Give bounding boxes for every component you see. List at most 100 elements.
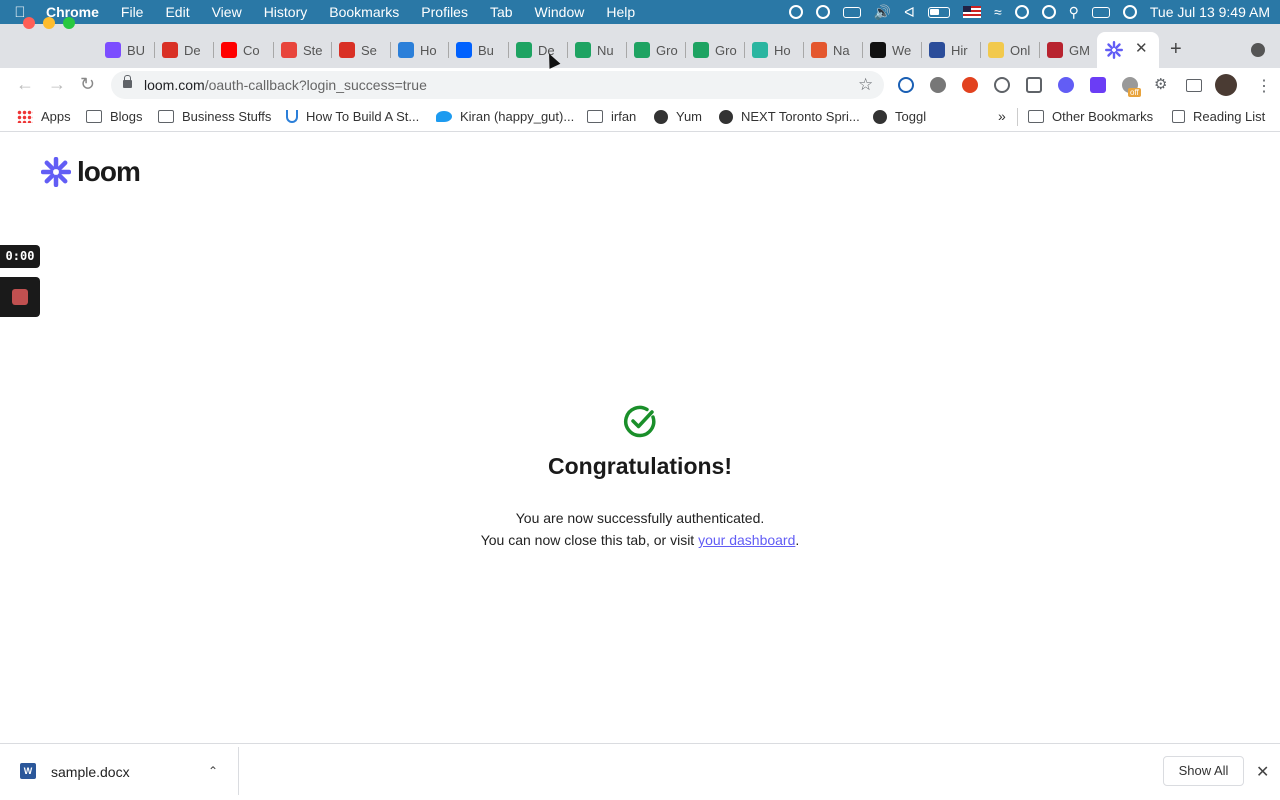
loom-logo[interactable]: loom	[41, 156, 141, 188]
tab-3[interactable]: Co	[221, 37, 267, 63]
menu-clock[interactable]: Tue Jul 13 9:49 AM	[1150, 4, 1270, 20]
tab-separator	[331, 42, 332, 58]
tab-11[interactable]: Gro	[693, 37, 739, 63]
wifi-icon[interactable]: ≈	[994, 5, 1002, 19]
download-file-name[interactable]: sample.docx	[51, 764, 130, 780]
bookmark-item[interactable]: Toggl	[873, 109, 926, 124]
menu-edit[interactable]: Edit	[154, 4, 200, 20]
tomato-timer-icon[interactable]	[930, 77, 946, 93]
menu-history[interactable]: History	[253, 4, 319, 20]
tab-title: Ho	[774, 42, 791, 58]
bookmark-item[interactable]: irfan	[587, 109, 636, 124]
more-bookmarks-chevron-icon[interactable]: »	[998, 108, 1006, 124]
sheets-icon	[575, 42, 591, 58]
reading-list[interactable]: Reading List	[1172, 109, 1265, 124]
tab-2[interactable]: De	[162, 37, 208, 63]
battery-icon[interactable]	[927, 6, 950, 18]
close-window-button[interactable]	[23, 17, 35, 29]
profile-avatar[interactable]	[1215, 74, 1237, 96]
lock-icon[interactable]	[123, 75, 132, 88]
bookmark-item[interactable]: Business Stuffs	[158, 109, 271, 124]
menu-file[interactable]: File	[110, 4, 155, 20]
tab-separator	[862, 42, 863, 58]
wave-icon	[811, 42, 827, 58]
spotlight-search-icon[interactable]: ⚲	[1069, 5, 1079, 19]
extensions-puzzle-icon[interactable]: ⚙	[1154, 75, 1170, 93]
other-bookmarks-label: Other Bookmarks	[1052, 109, 1154, 124]
user-icon[interactable]	[1014, 5, 1029, 19]
bookmark-label: Business Stuffs	[182, 109, 272, 124]
time-machine-icon[interactable]	[1041, 5, 1056, 19]
bookmark-item[interactable]: Apps	[17, 109, 71, 124]
reload-button[interactable]: ↻	[80, 74, 95, 95]
tab-6[interactable]: Ho	[398, 37, 444, 63]
bluetooth-icon[interactable]: ᐊ	[904, 5, 915, 19]
menu-help[interactable]: Help	[595, 4, 646, 20]
chrome-menu-icon[interactable]: ⋮	[1256, 76, 1272, 96]
menu-bookmarks[interactable]: Bookmarks	[318, 4, 410, 20]
bird-extension-icon[interactable]	[962, 77, 978, 93]
1password-icon[interactable]	[898, 77, 914, 93]
tab-active[interactable]: ✕	[1097, 32, 1159, 68]
leaf-icon	[752, 42, 768, 58]
apple-menu-icon[interactable]: 	[0, 4, 40, 21]
tab-7[interactable]: Bu	[456, 37, 502, 63]
menu-window[interactable]: Window	[524, 4, 596, 20]
input-source-flag-icon[interactable]	[962, 6, 981, 18]
tab-5[interactable]: Se	[339, 37, 385, 63]
forward-button[interactable]: →	[48, 74, 66, 95]
evernote-icon[interactable]	[842, 6, 861, 18]
tab-15[interactable]: Hir	[929, 37, 975, 63]
dashboard-link[interactable]: your dashboard	[698, 532, 795, 548]
other-bookmarks[interactable]: Other Bookmarks	[1028, 109, 1153, 124]
bookmark-item[interactable]: Blogs	[86, 109, 143, 124]
menu-tab[interactable]: Tab	[479, 4, 524, 20]
bookmark-label: irfan	[611, 109, 637, 124]
url-text[interactable]: loom.com/oauth-callback?login_success=tr…	[144, 77, 427, 93]
menu-profiles[interactable]: Profiles	[410, 4, 479, 20]
reading-list-label: Reading List	[1193, 109, 1266, 124]
download-options-chevron-icon[interactable]: ⌃	[208, 764, 218, 778]
extension-e-icon[interactable]	[1090, 77, 1106, 93]
tab-title: Nu	[597, 42, 614, 58]
creative-cloud-icon[interactable]	[788, 5, 803, 19]
new-tab-button[interactable]: +	[1170, 38, 1182, 61]
bookmark-label: Kiran (happy_gut)...	[460, 109, 575, 124]
siri-icon[interactable]	[1122, 5, 1137, 19]
bookmark-star-icon[interactable]: ☆	[858, 75, 873, 95]
tab-12[interactable]: Ho	[752, 37, 798, 63]
control-center-icon[interactable]	[1091, 6, 1110, 18]
tab-separator	[154, 42, 155, 58]
loom-status-icon[interactable]	[815, 5, 830, 19]
gmail-icon	[339, 42, 355, 58]
volume-icon[interactable]: 🔊	[874, 5, 891, 19]
back-button[interactable]: ←	[16, 74, 34, 95]
show-all-downloads-button[interactable]: Show All	[1163, 756, 1244, 786]
menu-view[interactable]: View	[201, 4, 253, 20]
zoom-window-button[interactable]	[63, 17, 75, 29]
bookmark-item[interactable]: Yum	[654, 109, 702, 124]
tab-title: BU	[127, 42, 146, 58]
bookmark-item[interactable]: How To Build A St...	[286, 109, 419, 124]
tab-1[interactable]: BU	[105, 37, 151, 63]
cast-icon[interactable]	[1186, 79, 1202, 92]
tab-14[interactable]: We	[870, 37, 916, 63]
close-download-shelf-icon[interactable]: ✕	[1256, 762, 1269, 782]
tab-9[interactable]: Nu	[575, 37, 621, 63]
tab-separator	[980, 42, 981, 58]
bookmark-item[interactable]: NEXT Toronto Spri...	[719, 109, 860, 124]
loom-extension-icon[interactable]	[1058, 77, 1074, 93]
block-extension-icon[interactable]	[994, 77, 1010, 93]
tab-16[interactable]: Onl	[988, 37, 1034, 63]
bookmark-item[interactable]: Kiran (happy_gut)...	[436, 109, 574, 124]
stop-recording-button[interactable]	[0, 277, 40, 317]
tab-13[interactable]: Na	[811, 37, 857, 63]
close-tab-icon[interactable]: ✕	[1135, 39, 1148, 57]
loom-ray	[1107, 43, 1114, 50]
tab-4[interactable]: Ste	[281, 37, 327, 63]
tab-17[interactable]: GM	[1047, 37, 1093, 63]
tab-10[interactable]: Gro	[634, 37, 680, 63]
tab-search-icon[interactable]	[1251, 43, 1265, 57]
pocket-icon[interactable]	[1026, 77, 1042, 93]
minimize-window-button[interactable]	[43, 17, 55, 29]
